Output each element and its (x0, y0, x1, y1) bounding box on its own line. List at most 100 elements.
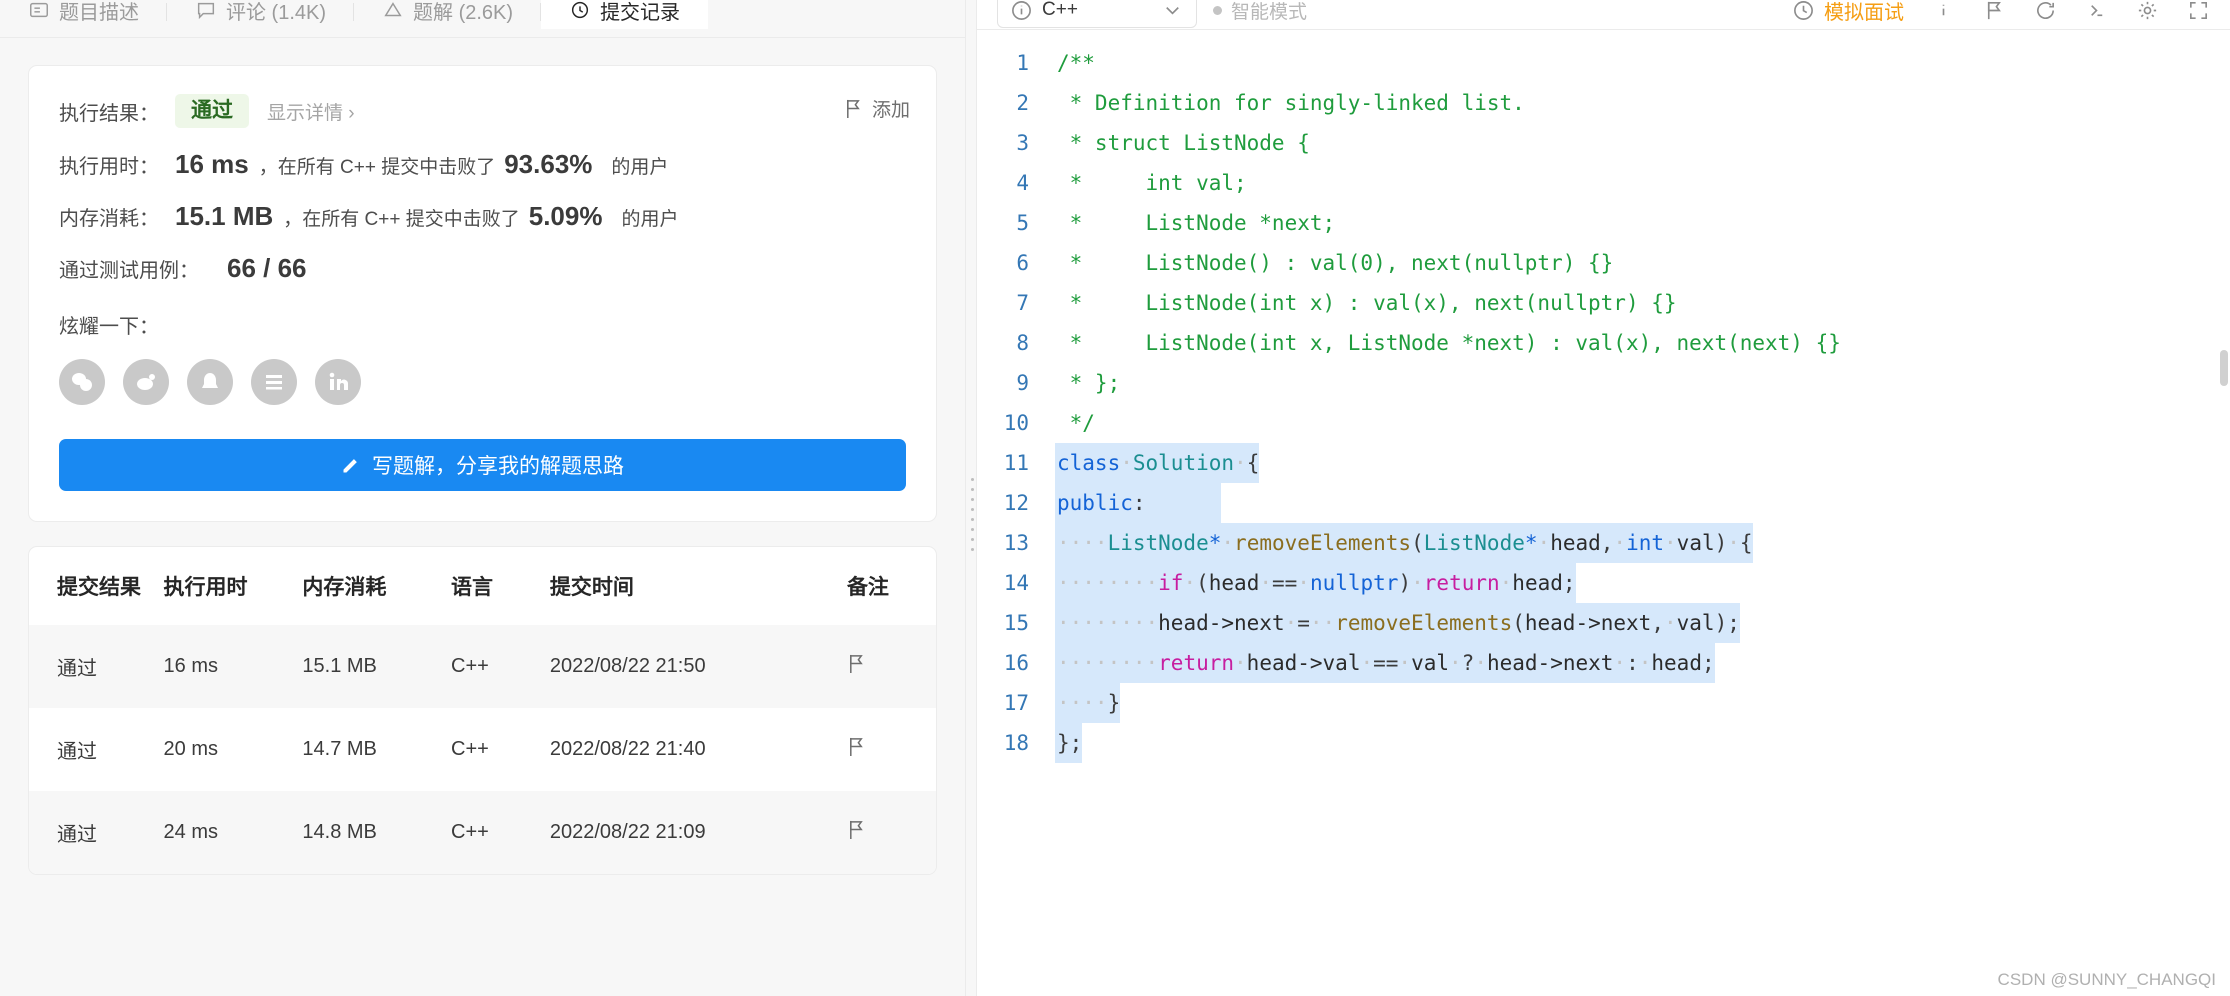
write-solution-label: 写题解，分享我的解题思路 (372, 455, 624, 479)
left-panel: 题目描述 评论 (1.4K) 题解 (2.6K) 提交记录 添加 执行结果： 通… (0, 0, 965, 996)
tab-label: 提交记录 (600, 1, 681, 24)
write-solution-button[interactable]: 写题解，分享我的解题思路 (59, 439, 906, 492)
chevron-down-icon (1166, 6, 1179, 15)
weibo-share-button[interactable] (123, 359, 169, 406)
line-content: }; (1055, 723, 1083, 763)
line-number: 12 (1003, 491, 1029, 515)
code-line: 3 * struct ListNode { (977, 123, 2230, 163)
flag-icon[interactable] (847, 653, 866, 674)
info-icon (1012, 0, 1031, 20)
smart-mode-toggle[interactable]: 智能模式 (1213, 0, 1307, 24)
line-content: class·Solution·{ (1055, 443, 1260, 483)
runtime-label: 执行用时： (59, 156, 159, 179)
result-card: 添加 执行结果： 通过 显示详情 › 执行用时： 16 ms ，在所有 C++ … (28, 65, 937, 523)
code-line: 5 * ListNode *next; (977, 203, 2230, 243)
tab-label: 评论 (1.4K) (226, 1, 327, 24)
settings-icon[interactable] (2136, 0, 2159, 22)
code-line: 15 ········head->next·=··removeElements(h… (977, 603, 2230, 643)
linkedin-share-button[interactable] (315, 359, 361, 406)
col-header-runtime: 执行用时 (163, 576, 248, 600)
cell-language: C++ (451, 791, 550, 875)
runtime-row: 执行用时： 16 ms ，在所有 C++ 提交中击败了 93.63% 的用户 (59, 149, 906, 180)
panel-resize-handle[interactable] (965, 0, 977, 996)
line-number: 17 (1003, 691, 1029, 715)
info-icon[interactable] (1932, 0, 1955, 22)
code-line: 7 * ListNode(int x) : val(x), next(nullp… (977, 283, 2230, 323)
flag-icon[interactable] (847, 819, 866, 840)
code-line: 17 ····} (977, 683, 2230, 723)
result-status-row: 执行结果： 通过 显示详情 › (59, 94, 906, 129)
status-dot-icon (1213, 5, 1222, 15)
smart-mode-label: 智能模式 (1231, 1, 1308, 23)
mock-interview-button[interactable]: 模拟面试 (1792, 0, 1904, 25)
cell-time: 2022/08/22 21:50 (549, 625, 847, 709)
table-row[interactable]: 通过 16 ms 15.1 MB C++ 2022/08/22 21:50 (29, 625, 936, 709)
result-label: 执行结果： (59, 102, 159, 125)
testcases-value: 66 / 66 (227, 253, 307, 284)
vertical-scrollbar[interactable] (2220, 350, 2228, 386)
line-content: /** (1057, 51, 1095, 75)
line-content: ········return·head->val·==·val·?·head->… (1055, 643, 1715, 683)
cell-time: 2022/08/22 21:09 (549, 791, 847, 875)
tab-solutions[interactable]: 题解 (2.6K) (354, 0, 542, 29)
code-area[interactable]: 1 /** 2 * Definition for singly-linked lis… (977, 29, 2230, 996)
comment-icon (197, 2, 215, 20)
cell-memory: 14.7 MB (302, 738, 377, 761)
code-line: 10 */ (977, 403, 2230, 443)
line-content: ····} (1055, 683, 1121, 723)
add-note-button[interactable]: 添加 (844, 95, 910, 122)
flag-icon[interactable] (1983, 0, 2006, 22)
code-line: 16 ········return·head->val·==·val·?·head… (977, 643, 2230, 683)
code-line: 11 class·Solution·{ (977, 443, 2230, 483)
language-label: C++ (1042, 0, 1078, 20)
cell-note[interactable] (846, 625, 936, 709)
line-number: 5 (1016, 211, 1029, 235)
line-number: 16 (1003, 651, 1029, 675)
line-number: 8 (1016, 331, 1029, 355)
douban-share-button[interactable] (251, 359, 297, 406)
show-detail-link[interactable]: 显示详情 › (267, 98, 355, 125)
line-content: ····ListNode*·removeElements(ListNode*·h… (1055, 523, 1753, 563)
editor-toolbar: C++ 智能模式 模拟面试 (977, 0, 2230, 29)
qq-share-button[interactable] (187, 359, 233, 406)
line-content: ········head->next·=··removeElements(hea… (1055, 603, 1740, 643)
line-content: * ListNode(int x, ListNode *next) : val(… (1057, 331, 1841, 355)
col-header-note: 备注 (846, 576, 889, 600)
cell-note[interactable] (847, 708, 936, 791)
line-content: * int val; (1057, 171, 1247, 195)
line-number: 7 (1016, 291, 1029, 315)
fullscreen-icon[interactable] (2187, 0, 2210, 22)
line-content: */ (1057, 411, 1095, 435)
source-code[interactable]: 1 /** 2 * Definition for singly-linked lis… (977, 30, 2230, 763)
line-number: 10 (1003, 411, 1029, 435)
code-line: 13 ····ListNode*·removeElements(ListNode*… (977, 523, 2230, 563)
cell-memory: 15.1 MB (302, 625, 452, 709)
memory-row: 内存消耗： 15.1 MB ，在所有 C++ 提交中击败了 5.09% 的用户 (59, 201, 906, 232)
refresh-icon[interactable] (2034, 0, 2057, 22)
table-row[interactable]: 通过 24 ms 14.8 MB C++ 2022/08/22 21:09 (29, 791, 936, 875)
code-line: 4 * int val; (977, 163, 2230, 203)
col-header-memory: 内存消耗 (302, 576, 387, 600)
format-icon[interactable] (2085, 0, 2108, 22)
line-content: * ListNode() : val(0), next(nullptr) {} (1057, 251, 1614, 275)
runtime-percentile: 93.63% (504, 149, 593, 180)
line-number: 15 (1003, 611, 1029, 635)
tab-description[interactable]: 题目描述 (0, 0, 167, 29)
cell-runtime: 20 ms (163, 738, 218, 761)
wechat-share-button[interactable] (59, 359, 105, 406)
code-line: 18}; (977, 723, 2230, 763)
line-content: * ListNode(int x) : val(x), next(nullptr… (1057, 291, 1677, 315)
cell-time: 2022/08/22 21:40 (549, 738, 706, 761)
weibo-icon (137, 374, 155, 391)
flag-icon[interactable] (847, 736, 866, 757)
code-editor-panel: C++ 智能模式 模拟面试 1/** 2 * Definition for si… (977, 0, 2230, 996)
cell-note[interactable] (846, 791, 936, 875)
table-row[interactable]: 通过 20 ms 14.7 MB C++ 2022/08/22 21:40 (29, 708, 936, 791)
tab-comments[interactable]: 评论 (1.4K) (167, 0, 355, 29)
tab-submissions[interactable]: 提交记录 (541, 0, 709, 29)
language-selector[interactable]: C++ (997, 0, 1197, 28)
line-number: 3 (1016, 131, 1029, 155)
submissions-table-card: 提交结果 执行用时 内存消耗 语言 提交时间 备注 通过 16 ms 15.1 (28, 546, 937, 876)
tab-label: 题解 (2.6K) (413, 1, 514, 24)
col-header-time: 提交时间 (549, 576, 634, 600)
